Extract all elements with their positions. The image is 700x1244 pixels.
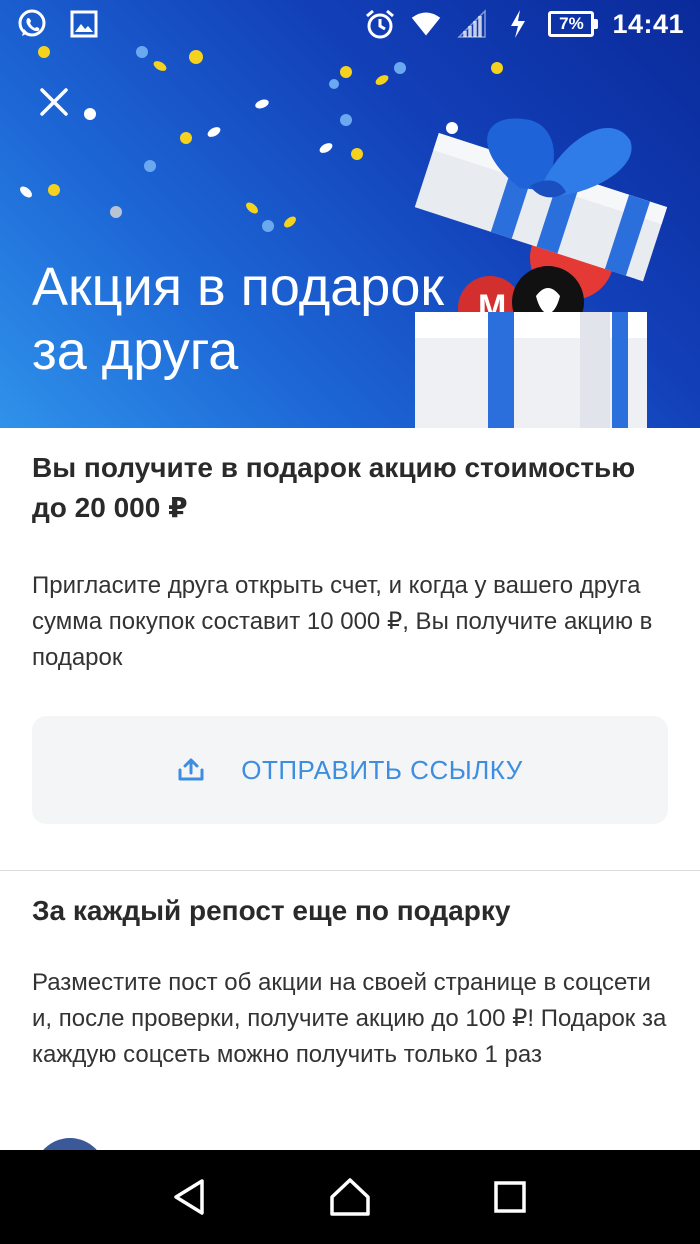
- page-title: Акция в подарок за друга: [32, 257, 444, 381]
- back-button[interactable]: [158, 1165, 222, 1229]
- status-bar: 7% 14:41: [0, 0, 700, 48]
- signal-icon: [456, 8, 488, 40]
- hero-banner: M Акция в подарок за друга: [0, 0, 700, 428]
- back-icon: [174, 1179, 204, 1215]
- alarm-icon: [364, 8, 396, 40]
- image-icon: [68, 8, 100, 40]
- share-upload-icon: [178, 758, 204, 781]
- recents-button[interactable]: [478, 1165, 542, 1229]
- battery-indicator: 7%: [548, 8, 599, 40]
- battery-percent: 7%: [548, 11, 595, 37]
- charging-icon: [502, 8, 534, 40]
- section2-text: Разместите пост об акции на своей страни…: [32, 969, 667, 1068]
- close-icon: [40, 88, 68, 116]
- close-button[interactable]: [30, 78, 78, 126]
- recents-icon: [494, 1181, 526, 1213]
- wifi-icon: [410, 8, 442, 40]
- send-link-label: ОТПРАВИТЬ ССЫЛКУ: [241, 754, 523, 785]
- main-content: Вы получите в подарок акцию стоимостью д…: [0, 428, 700, 1073]
- home-button[interactable]: [318, 1165, 382, 1229]
- divider: [0, 870, 700, 871]
- whatsapp-icon: [16, 8, 48, 40]
- send-link-button[interactable]: ОТПРАВИТЬ ССЫЛКУ: [32, 716, 668, 824]
- section2-title: За каждый репост еще по подарку: [32, 895, 511, 926]
- status-time: 14:41: [612, 8, 684, 39]
- home-icon: [330, 1178, 370, 1216]
- section1-text: Пригласите друга открыть счет, и когда у…: [32, 572, 653, 671]
- section1-title: Вы получите в подарок акцию стоимостью д…: [32, 452, 636, 523]
- navigation-bar: [0, 1150, 700, 1244]
